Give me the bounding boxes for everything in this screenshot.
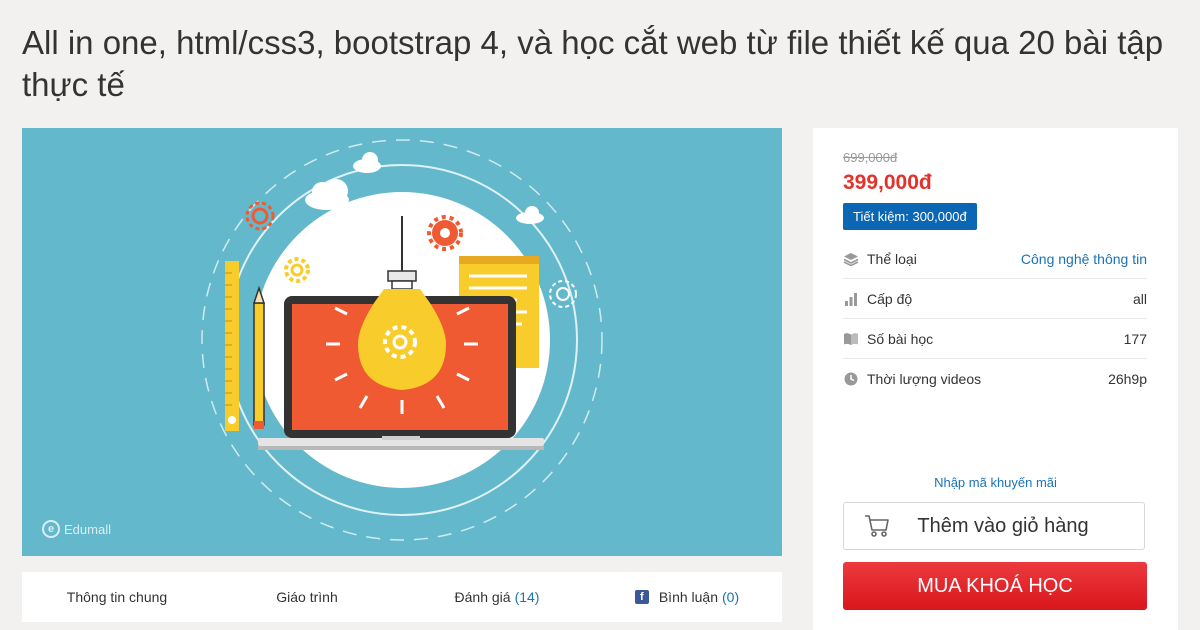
tab-general-info[interactable]: Thông tin chung [22,589,212,605]
add-to-cart-button[interactable]: Thêm vào giỏ hàng [843,502,1145,550]
buy-course-button[interactable]: MUA KHOÁ HỌC [843,562,1147,610]
book-icon [844,332,858,345]
comment-count: (0) [722,589,740,605]
brand-watermark: e Edumall [42,520,111,538]
tab-label: Đánh giá [454,589,511,605]
tab-label: Giáo trình [276,589,338,605]
detail-category: Thể loại Công nghệ thông tin [843,239,1147,278]
detail-lessons: Số bài học 177 [843,318,1147,358]
current-price: 399,000đ [843,171,932,194]
category-link[interactable]: Công nghệ thông tin [1021,251,1147,267]
promo-code-link[interactable]: Nhập mã khuyến mãi [813,475,1178,490]
cart-icon [865,515,889,537]
detail-label: Thể loại [867,250,917,267]
detail-label: Thời lượng videos [867,370,982,387]
tab-reviews[interactable]: Đánh giá (14) [402,589,592,605]
tab-label: Bình luận [658,589,719,605]
course-banner: e Edumall [22,128,782,556]
clock-icon [844,372,858,385]
tab-label: Thông tin chung [66,589,168,605]
original-price: 699,000đ [843,150,898,165]
review-count: (14) [514,589,540,605]
detail-label: Cấp độ [867,290,913,307]
course-illustration [201,139,603,541]
gear-icon [245,201,275,231]
course-details: Thể loại Công nghệ thông tin Cấp độ all … [843,239,1147,398]
edumall-logo-icon: e [42,520,60,538]
facebook-icon: f [634,590,649,604]
page-title: All in one, html/css3, bootstrap 4, và h… [22,24,1164,103]
brand-name: Edumall [64,521,111,537]
tab-curriculum[interactable]: Giáo trình [212,589,402,605]
detail-value: all [1132,290,1147,307]
detail-label: Số bài học [867,330,934,347]
saving-badge: Tiết kiệm: 300,000đ [843,203,977,230]
bar-chart-icon [845,292,857,306]
purchase-panel: 699,000đ 399,000đ Tiết kiệm: 300,000đ Th… [813,128,1178,630]
layers-icon [843,252,859,266]
cart-button-label: Thêm vào giỏ hàng [917,514,1089,537]
detail-value: 26h9p [1108,370,1147,387]
course-tabs: Thông tin chung Giáo trình Đánh giá (14)… [22,572,782,622]
detail-duration: Thời lượng videos 26h9p [843,358,1147,398]
detail-value: 177 [1123,330,1147,347]
tab-comments[interactable]: f Bình luận (0) [592,589,782,605]
detail-level: Cấp độ all [843,278,1147,318]
